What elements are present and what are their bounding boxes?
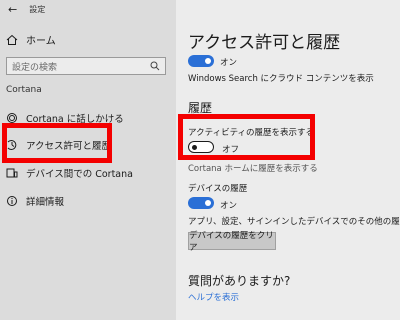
- back-arrow-icon[interactable]: ←: [8, 3, 17, 16]
- main-panel: アクセス許可と履歴 オン Windows Search にクラウド コンテンツを…: [176, 0, 400, 320]
- sidebar-item-label: デバイス間での Cortana: [26, 169, 133, 180]
- devices-icon: [6, 168, 18, 178]
- cloud-content-description: Windows Search にクラウド コンテンツを表示: [188, 74, 374, 84]
- sidebar-item-cortana-devices[interactable]: デバイス間での Cortana: [6, 166, 133, 180]
- clear-device-history-button[interactable]: デバイスの履歴をクリア: [188, 231, 276, 253]
- help-link[interactable]: ヘルプを表示: [188, 291, 239, 303]
- sidebar-item-home[interactable]: ホーム: [6, 32, 56, 47]
- cloud-content-toggle-state: オン: [220, 58, 238, 68]
- search-icon: [150, 61, 160, 71]
- sidebar-item-more-info[interactable]: 詳細情報: [6, 194, 64, 208]
- title-bar: ← 設定: [8, 3, 45, 16]
- home-icon: [6, 34, 18, 46]
- window-title: 設定: [29, 5, 46, 14]
- search-input[interactable]: 設定の検索: [6, 57, 166, 75]
- device-history-toggle-state: オン: [220, 201, 238, 211]
- sidebar-section-cortana: Cortana: [6, 85, 42, 95]
- highlight-box-sidebar: [2, 123, 112, 163]
- device-history-label: デバイスの履歴: [188, 184, 248, 194]
- search-placeholder: 設定の検索: [12, 62, 58, 73]
- info-icon: [7, 196, 17, 206]
- activity-history-description: Cortana ホームに履歴を表示する: [188, 164, 318, 174]
- sidebar-item-label: 詳細情報: [26, 197, 65, 208]
- device-history-description: アプリ、設定、サインインしたデバイスでのその他の履歴を利用して: [188, 217, 400, 227]
- home-label: ホーム: [26, 36, 56, 47]
- device-history-toggle[interactable]: [188, 197, 214, 209]
- cloud-content-toggle[interactable]: [188, 55, 214, 67]
- questions-heading: 質問がありますか?: [188, 274, 291, 288]
- page-title: アクセス許可と履歴: [188, 33, 341, 53]
- highlight-box-activity: [178, 114, 315, 160]
